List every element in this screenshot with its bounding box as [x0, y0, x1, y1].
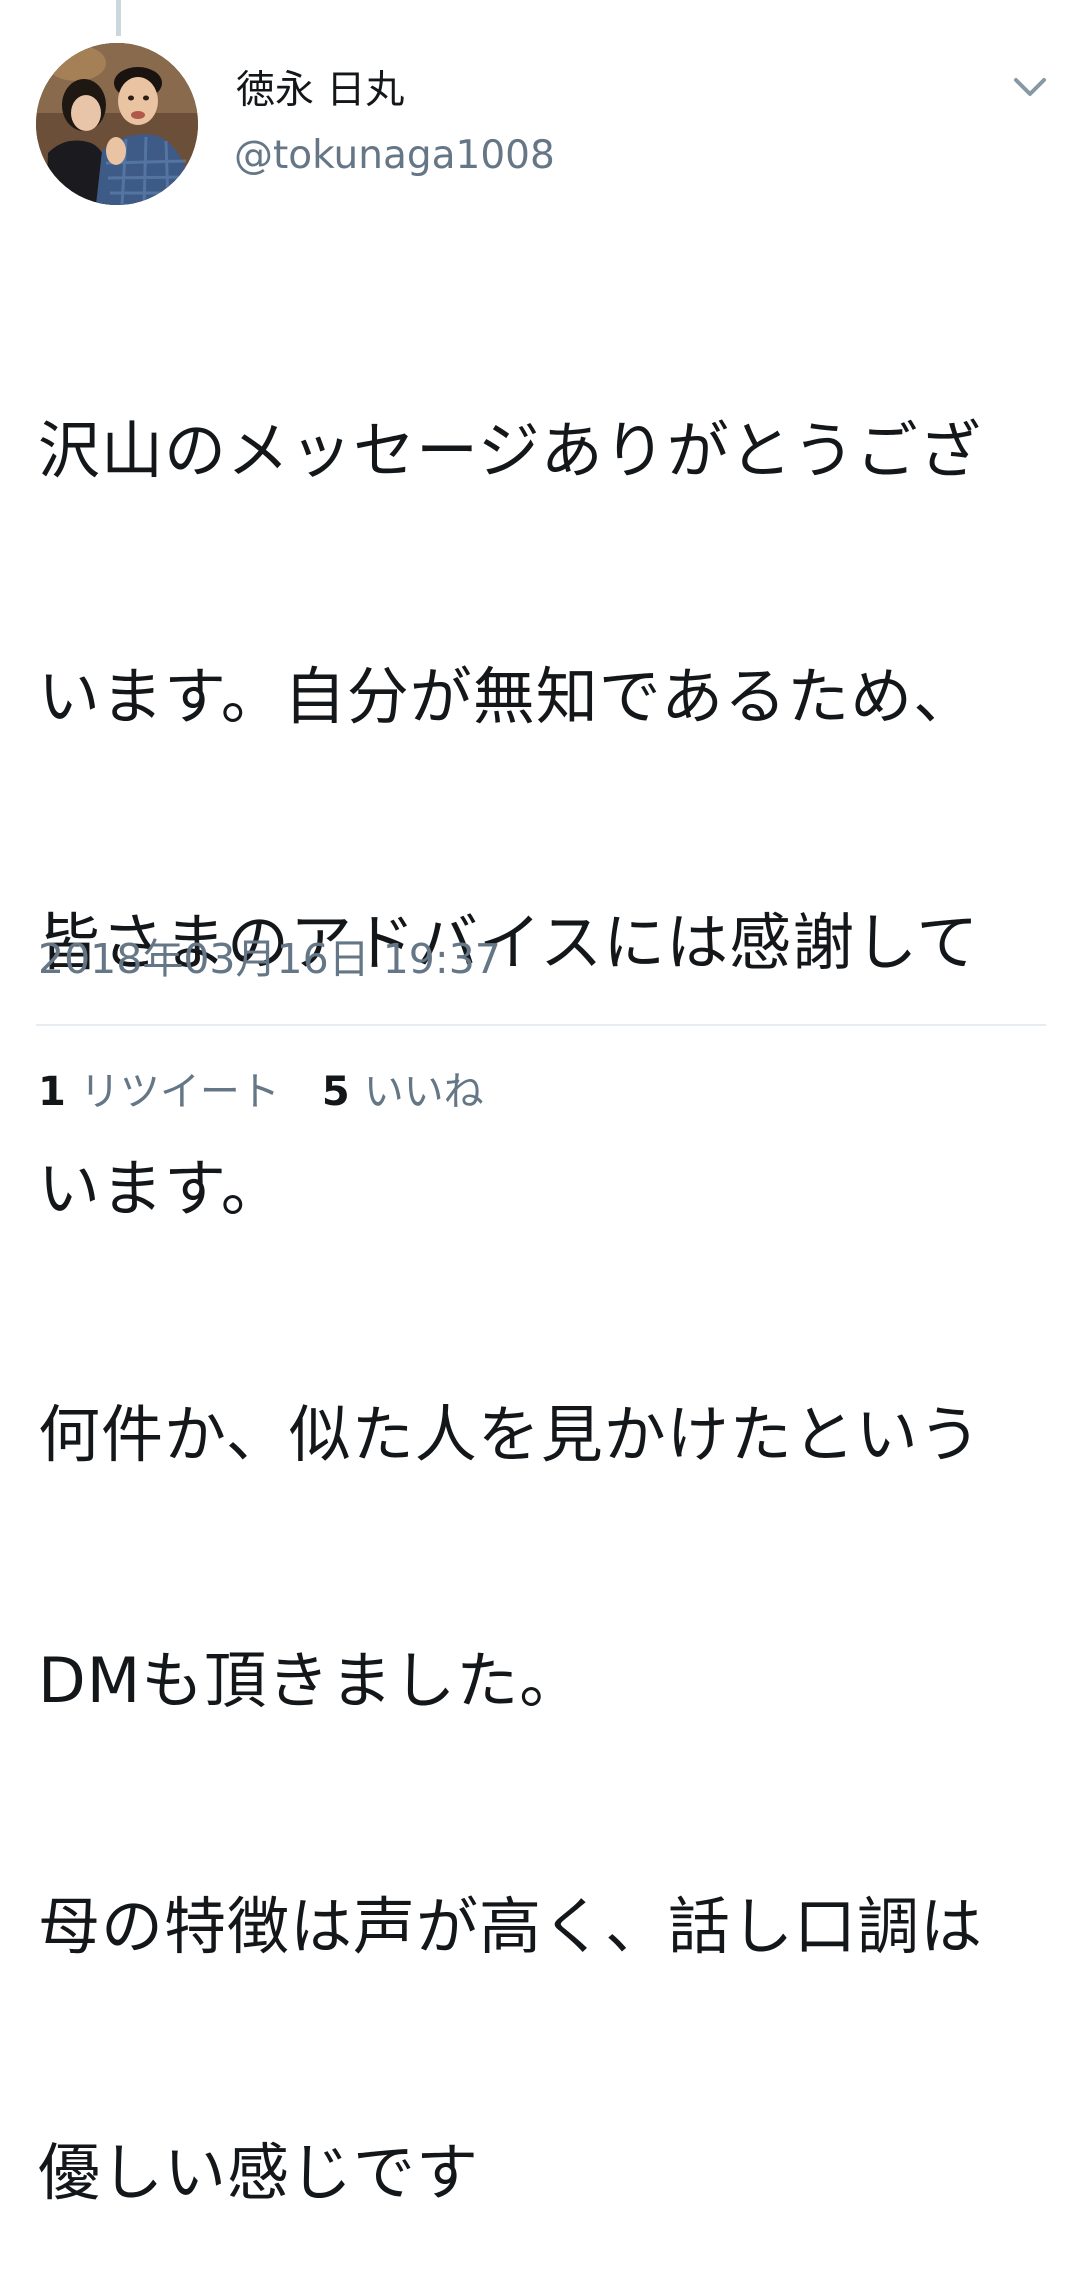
likes-stat[interactable]: 5 いいね [322, 1066, 484, 1118]
tweet-text-line: います。自分が無知であるため、 [38, 660, 977, 733]
tweet-text-line: 母の特徴は声が高く、話し口調は [38, 1890, 984, 1963]
tweet-timestamp[interactable]: 2018年03月16日 19:37 [38, 933, 501, 985]
retweets-label: リツイート [79, 1069, 280, 1115]
thread-connector-line [116, 0, 121, 36]
tweet-text-line: DMも頂きました。 [38, 1644, 583, 1717]
tweet-text-line: 優しい感じです [38, 2136, 480, 2209]
tweet-text-line: 沢山のメッセージありがとうござ [38, 414, 982, 487]
author-display-name[interactable]: 徳永 日丸 [236, 66, 404, 116]
tweet-stats: 1 リツイート 5 いいね [38, 1066, 526, 1118]
author-handle[interactable]: @tokunaga1008 [234, 131, 555, 181]
tweet-text-line: 何件か、似た人を見かけたという [38, 1398, 982, 1471]
divider [36, 1024, 1046, 1026]
avatar[interactable] [36, 43, 198, 205]
avatar-photo [36, 43, 198, 205]
likes-count: 5 [321, 1069, 350, 1115]
retweets-stat[interactable]: 1 リツイート [38, 1066, 280, 1118]
tweet-text: 沢山のメッセージありがとうござ います。自分が無知であるため、 皆さまのアドバイ… [38, 246, 1048, 2290]
likes-label: いいね [363, 1069, 484, 1115]
retweets-count: 1 [38, 1069, 66, 1115]
chevron-down-icon[interactable] [1010, 70, 1050, 104]
tweet-text-line: います。 [38, 1152, 284, 1225]
